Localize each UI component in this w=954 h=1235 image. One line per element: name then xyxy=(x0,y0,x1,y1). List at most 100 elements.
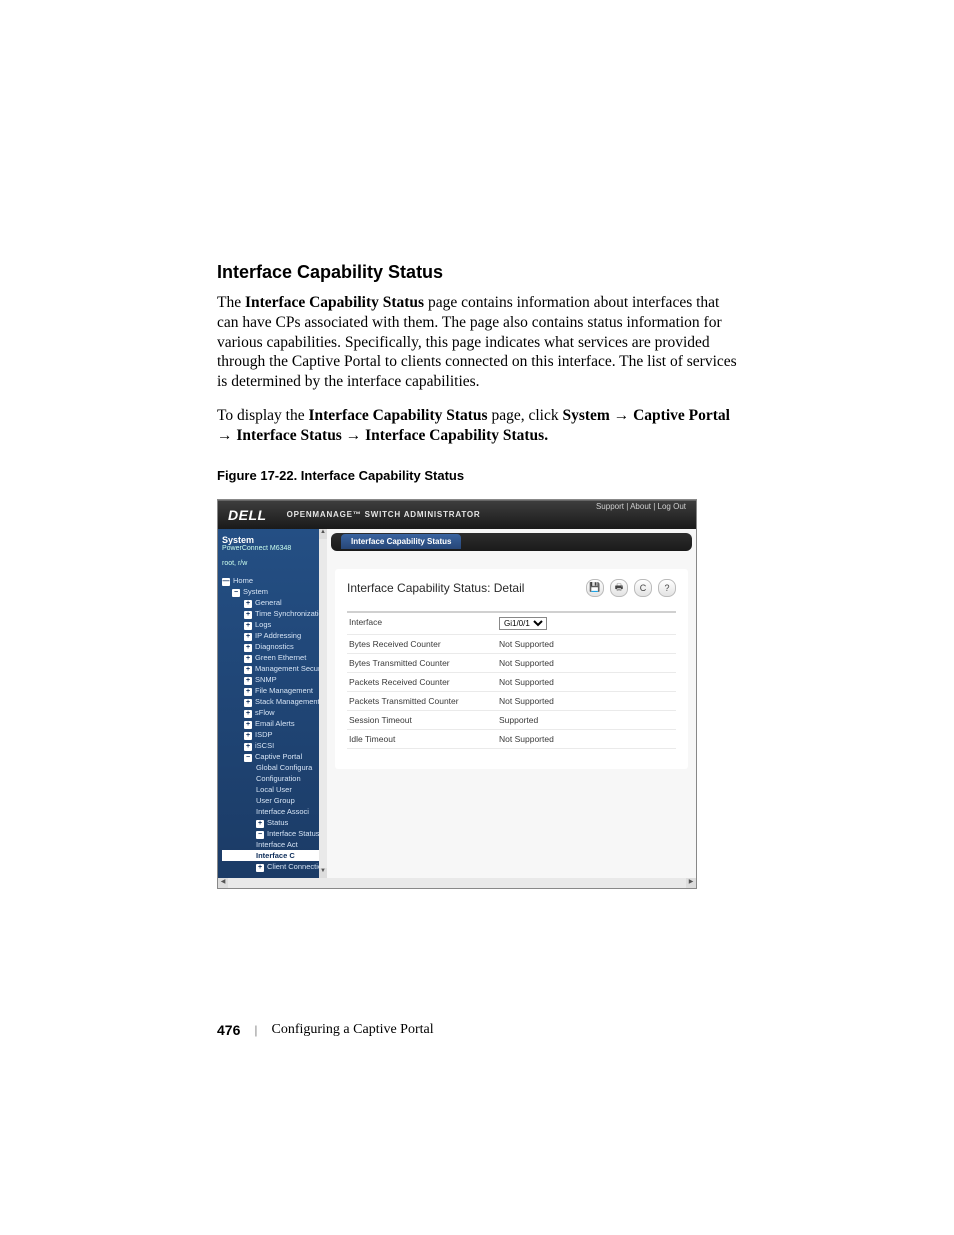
nav-item[interactable]: +Diagnostics xyxy=(222,641,327,652)
expand-icon[interactable]: + xyxy=(244,622,252,630)
nav-label: Interface Act xyxy=(256,840,298,849)
row-value: Supported xyxy=(499,715,674,725)
nav-label: General xyxy=(255,598,282,607)
nav-item[interactable]: +File Management xyxy=(222,685,327,696)
nav-label: sFlow xyxy=(255,708,275,717)
text-bold: Captive Portal xyxy=(633,407,730,424)
nav-item[interactable]: −Captive Portal xyxy=(222,751,327,762)
expand-icon[interactable]: + xyxy=(244,688,252,696)
scroll-left-icon[interactable]: ◀ xyxy=(218,878,228,888)
nav-label: Interface Status xyxy=(267,829,320,838)
expand-icon[interactable]: + xyxy=(244,633,252,641)
nav-item[interactable]: +IP Addressing xyxy=(222,630,327,641)
main-area: Interface Capability Status Interface Ca… xyxy=(327,529,696,878)
interface-select[interactable]: Gi1/0/1 xyxy=(499,617,547,630)
link-support[interactable]: Support xyxy=(596,502,624,511)
link-logout[interactable]: Log Out xyxy=(658,502,686,511)
footer-sep: | xyxy=(254,1023,257,1037)
nav-item[interactable]: +Client Connectio xyxy=(222,861,327,872)
nav-label: User Group xyxy=(256,796,295,805)
expand-icon[interactable]: − xyxy=(244,754,252,762)
panel-title-row: Interface Capability Status: Detail 💾 🖶 … xyxy=(347,579,676,597)
nav-item[interactable]: +Email Alerts xyxy=(222,718,327,729)
expand-icon[interactable]: + xyxy=(244,644,252,652)
screenshot: Support | About | Log Out DELL OPENMANAG… xyxy=(217,499,697,889)
nav-item[interactable]: Interface Act xyxy=(222,839,327,850)
nav-label: Stack Management xyxy=(255,697,320,706)
nav-label: Configuration xyxy=(256,774,301,783)
panel-title: Interface Capability Status: Detail xyxy=(347,581,524,595)
panel: Interface Capability Status: Detail 💾 🖶 … xyxy=(335,569,688,769)
nav-item[interactable]: +Stack Management xyxy=(222,696,327,707)
table-row: Bytes Received CounterNot Supported xyxy=(347,635,676,654)
nav-item[interactable]: +Green Ethernet xyxy=(222,652,327,663)
expand-icon[interactable]: − xyxy=(256,831,264,839)
nav-item[interactable]: Configuration xyxy=(222,773,327,784)
expand-icon[interactable]: + xyxy=(244,699,252,707)
dell-logo: DELL xyxy=(228,507,267,523)
scroll-down-icon[interactable]: ▼ xyxy=(319,868,327,878)
table-row: Session TimeoutSupported xyxy=(347,711,676,730)
text: The xyxy=(217,294,245,311)
expand-icon[interactable]: + xyxy=(244,743,252,751)
row-value: Not Supported xyxy=(499,696,674,706)
nav-item[interactable]: +General xyxy=(222,597,327,608)
expand-icon[interactable]: − xyxy=(232,589,240,597)
expand-icon[interactable]: + xyxy=(256,864,264,872)
expand-icon[interactable]: + xyxy=(256,820,264,828)
nav-item[interactable]: +ISDP xyxy=(222,729,327,740)
expand-icon[interactable]: + xyxy=(244,732,252,740)
row-value: Gi1/0/1 xyxy=(499,617,674,630)
nav-item[interactable]: User Group xyxy=(222,795,327,806)
tab-active[interactable]: Interface Capability Status xyxy=(341,534,461,549)
nav-item[interactable]: +Time Synchronization xyxy=(222,608,327,619)
nav-item[interactable]: +Logs xyxy=(222,619,327,630)
nav-label: System xyxy=(243,587,268,596)
scroll-up-icon[interactable]: ▲ xyxy=(319,529,327,539)
print-icon[interactable]: 🖶 xyxy=(610,579,628,597)
section-heading: Interface Capability Status xyxy=(217,262,737,283)
nav-item[interactable]: +Management Security xyxy=(222,663,327,674)
nav-label: Global Configura xyxy=(256,763,312,772)
nav-item[interactable]: +iSCSI xyxy=(222,740,327,751)
expand-icon[interactable]: + xyxy=(244,611,252,619)
nav-item[interactable]: −System xyxy=(222,586,327,597)
expand-icon[interactable]: + xyxy=(244,677,252,685)
nav-label: Management Security xyxy=(255,664,328,673)
nav-label: Interface Associ xyxy=(256,807,309,816)
nav-item[interactable]: Global Configura xyxy=(222,762,327,773)
row-value: Not Supported xyxy=(499,677,674,687)
nav-item[interactable]: —Home xyxy=(222,575,327,586)
row-label: Packets Transmitted Counter xyxy=(349,696,499,706)
expand-icon[interactable]: + xyxy=(244,710,252,718)
nav-label: Captive Portal xyxy=(255,752,302,761)
save-icon[interactable]: 💾 xyxy=(586,579,604,597)
expand-icon[interactable]: + xyxy=(244,721,252,729)
nav-item[interactable]: Local User xyxy=(222,784,327,795)
expand-icon[interactable]: + xyxy=(244,600,252,608)
scroll-right-icon[interactable]: ▶ xyxy=(686,878,696,888)
row-label: Session Timeout xyxy=(349,715,499,725)
help-icon[interactable]: ? xyxy=(658,579,676,597)
scrollbar-horizontal[interactable]: ◀ ▶ xyxy=(218,878,696,888)
table-row: Packets Transmitted CounterNot Supported xyxy=(347,692,676,711)
nav-subtitle: PowerConnect M6348 xyxy=(222,545,327,552)
nav-item[interactable]: Interface Associ xyxy=(222,806,327,817)
nav-label: SNMP xyxy=(255,675,277,684)
nav-user: root, r/w xyxy=(222,560,327,567)
nav-item[interactable]: +SNMP xyxy=(222,674,327,685)
scrollbar-vertical[interactable]: ▲ ▼ xyxy=(319,529,327,878)
nav-item[interactable]: +sFlow xyxy=(222,707,327,718)
row-label: Bytes Received Counter xyxy=(349,639,499,649)
nav-item[interactable]: +Status xyxy=(222,817,327,828)
expand-icon[interactable]: + xyxy=(244,666,252,674)
doc-title: Configuring a Captive Portal xyxy=(271,1022,433,1038)
nav-title: System xyxy=(222,535,327,545)
expand-icon[interactable]: + xyxy=(244,655,252,663)
expand-icon[interactable]: — xyxy=(222,578,230,586)
nav-item[interactable]: −Interface Status xyxy=(222,828,327,839)
nav-item[interactable]: Interface C xyxy=(222,850,327,861)
row-label: Packets Received Counter xyxy=(349,677,499,687)
refresh-icon[interactable]: C xyxy=(634,579,652,597)
link-about[interactable]: About xyxy=(630,502,651,511)
